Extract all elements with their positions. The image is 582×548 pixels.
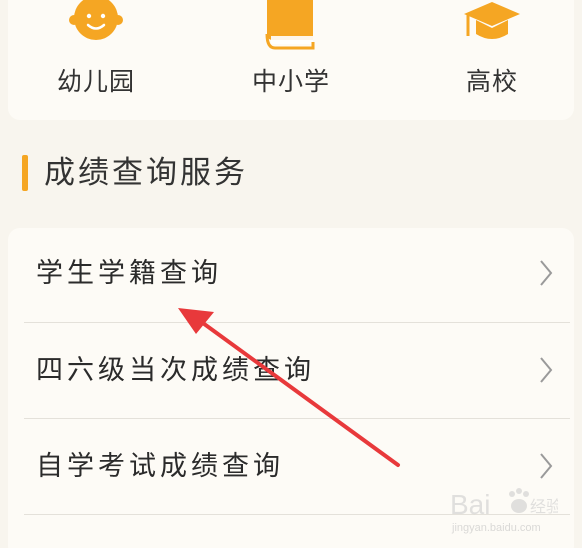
watermark: Bai 经验 jingyan.baidu.com <box>448 484 562 540</box>
divider <box>24 322 570 323</box>
chevron-right-icon <box>540 260 553 286</box>
chevron-right-icon <box>540 453 553 479</box>
baidu-paw-logo-icon: Bai 经验 <box>450 488 562 520</box>
watermark-logo-text-2: 经验 <box>530 497 558 516</box>
category-kindergarten[interactable]: 幼儿园 <box>26 0 166 120</box>
baby-face-icon <box>66 0 126 50</box>
category-k12[interactable]: 中小学 <box>221 0 361 120</box>
graduation-cap-icon <box>462 0 522 50</box>
divider <box>24 418 570 419</box>
service-item-cet-score[interactable]: 四六级当次成绩查询 <box>24 325 560 421</box>
service-item-label: 学生学籍查询 <box>36 258 222 289</box>
service-item-label: 自学考试成绩查询 <box>36 451 284 482</box>
category-label: 高校 <box>465 67 518 96</box>
service-item-student-status[interactable]: 学生学籍查询 <box>24 228 560 324</box>
chevron-right-icon <box>540 357 553 383</box>
category-university[interactable]: 高校 <box>422 0 562 120</box>
category-card: 幼儿园 中小学 高校 <box>8 0 574 120</box>
watermark-url: jingyan.baidu.com <box>452 522 541 534</box>
book-icon <box>261 0 321 50</box>
watermark-logo-text: Bai <box>450 489 490 520</box>
service-item-label: 四六级当次成绩查询 <box>36 355 315 386</box>
category-label: 中小学 <box>251 67 330 96</box>
section-title: 成绩查询服务 <box>44 155 248 191</box>
category-label: 幼儿园 <box>56 67 135 96</box>
section-accent-bar <box>22 155 28 191</box>
